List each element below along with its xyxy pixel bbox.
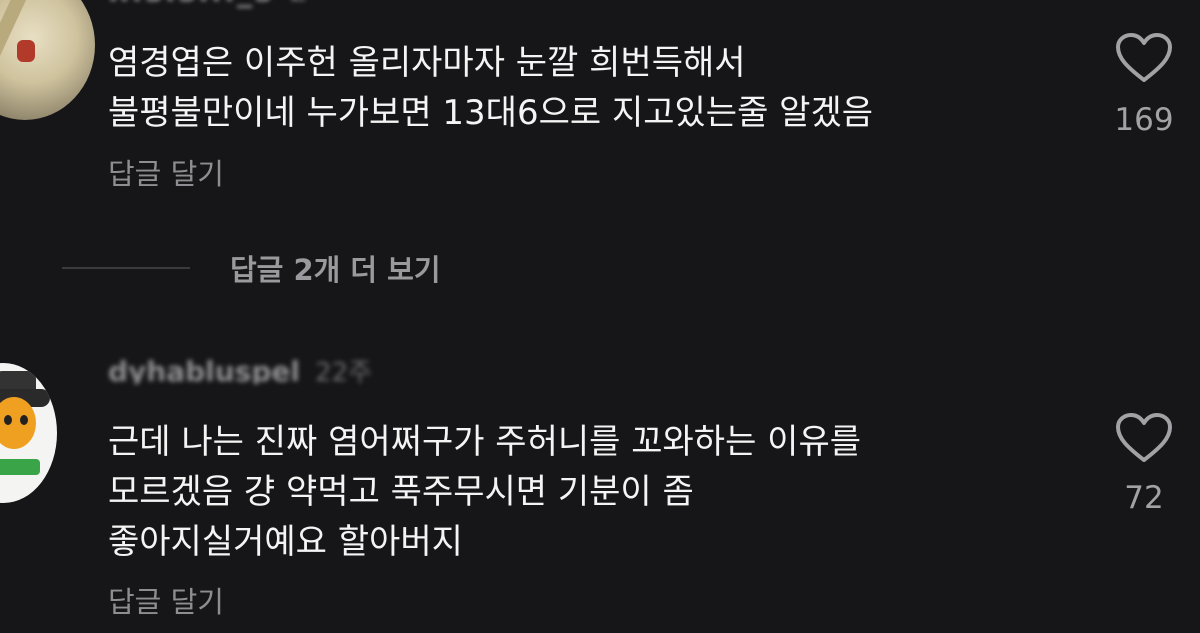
- avatar-detail: [0, 459, 40, 475]
- avatar-detail: [17, 40, 35, 62]
- avatar-eye: [20, 415, 28, 425]
- comment-time: 22주: [315, 358, 373, 384]
- reply-button[interactable]: 답글 달기: [108, 585, 224, 619]
- username-text: dyhabluspel: [108, 355, 300, 384]
- view-more-replies-label: 답글 2개 더 보기: [230, 253, 441, 287]
- avatar-eye: [4, 415, 12, 425]
- divider: [62, 267, 190, 269]
- username-text: n.s.s.r._s: [108, 0, 274, 8]
- like-count: 169: [1114, 102, 1174, 138]
- comment-text: 근데 나는 진짜 염어쩌구가 주허니를 꼬와하는 이유를 모르겠음 걍 약먹고 …: [108, 422, 862, 562]
- like-button[interactable]: 169: [1099, 32, 1189, 138]
- heart-outline-icon[interactable]: [1115, 32, 1173, 84]
- comment-username[interactable]: dyhabluspel 22주: [108, 352, 428, 384]
- comment-username[interactable]: n.s.s.r._s 2주 전: [108, 0, 338, 8]
- heart-outline-icon[interactable]: [1115, 412, 1173, 464]
- avatar[interactable]: [0, 363, 57, 503]
- like-count: 72: [1124, 480, 1164, 516]
- avatar[interactable]: [0, 0, 95, 120]
- comments-page: n.s.s.r._s 2주 전 염경엽은 이주헌 올리자마자 눈깔 희번득해서 …: [0, 0, 1200, 633]
- like-button[interactable]: 72: [1099, 412, 1189, 516]
- view-more-replies-button[interactable]: 답글 2개 더 보기: [62, 250, 441, 287]
- comment-text: 염경엽은 이주헌 올리자마자 눈깔 희번득해서 불평불만이네 누가보면 13대6…: [108, 43, 874, 133]
- reply-button[interactable]: 답글 달기: [108, 157, 224, 191]
